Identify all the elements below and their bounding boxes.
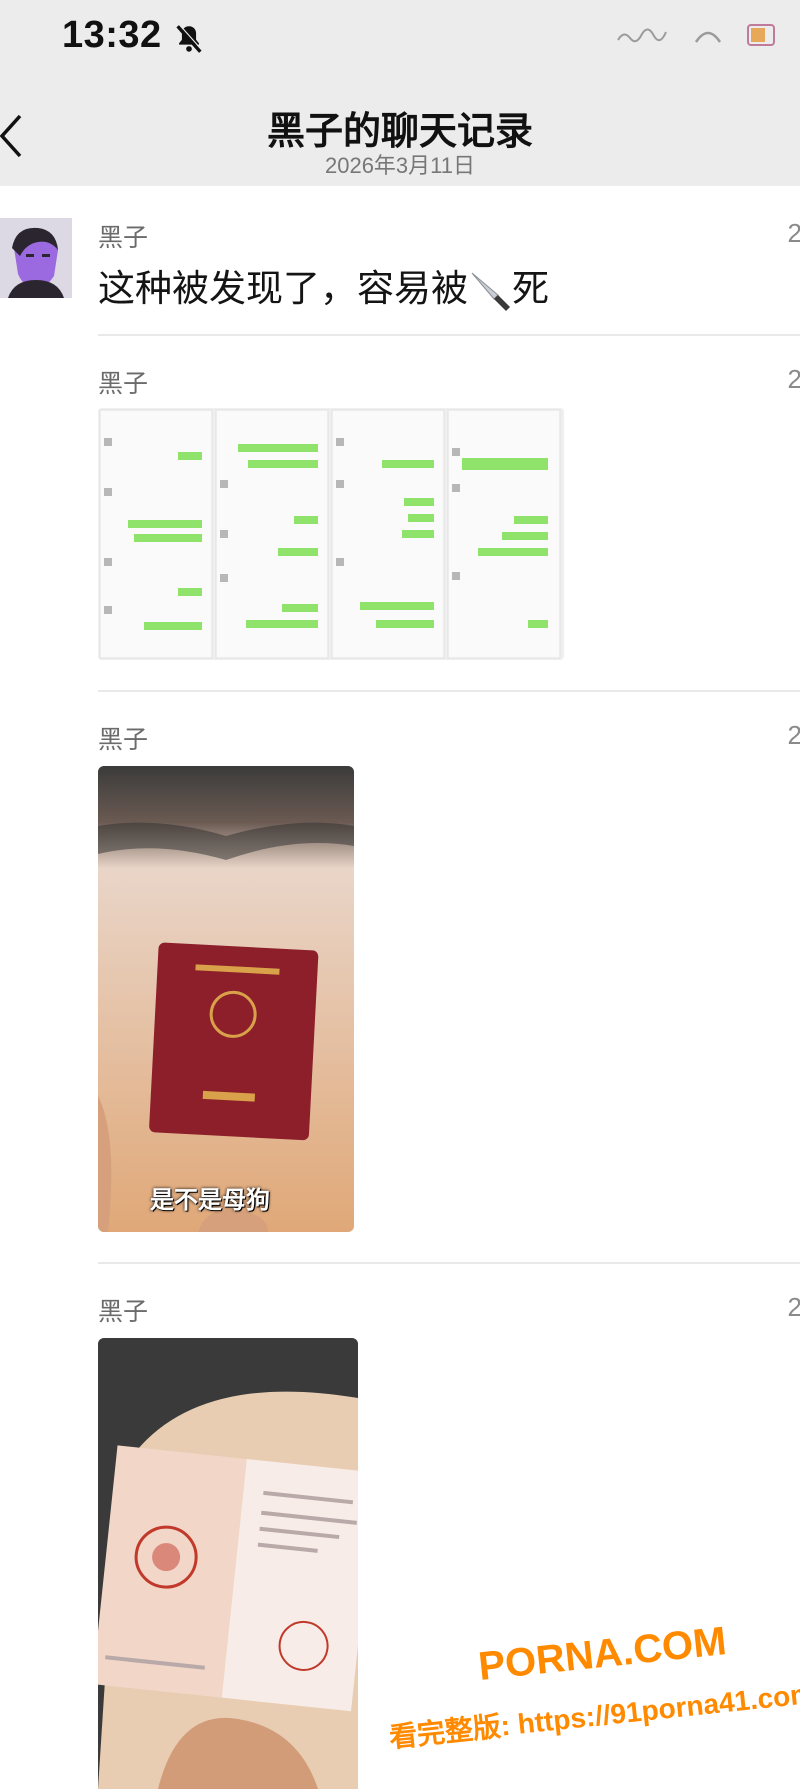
page-title: 黑子的聊天记录 [266,111,533,153]
divider [98,1262,800,1264]
watermark-url: 看完整版: https://91porna41.com [387,1677,800,1754]
bell-muted-icon [176,24,203,53]
divider [98,334,800,336]
wifi-icon [694,31,722,43]
signal-icon [617,28,667,43]
photo-message[interactable] [98,766,354,1232]
status-bar: 13:32 [0,0,800,74]
status-icons [614,22,782,48]
photo-message[interactable] [98,1338,358,1789]
avatar[interactable] [0,218,72,298]
divider [98,690,800,692]
sender-name: 黑子 [98,726,149,754]
message-timestamp: 2 [787,1292,800,1322]
message-timestamp: 2 [787,364,800,394]
photo-caption: 是不是母狗 [150,1187,270,1214]
message-text: 这种被发现了，容易被 死 [98,258,549,313]
sender-name: 黑子 [98,370,149,398]
status-time: 13:32 [62,14,162,56]
knife-icon [471,272,510,312]
sender-name: 黑子 [98,1298,149,1326]
chat-screenshot-collage[interactable] [98,408,564,660]
message-timestamp: 2 [787,720,800,750]
message-timestamp: 2 [787,218,800,248]
sender-name: 黑子 [98,224,149,252]
battery-icon [747,24,775,46]
watermark-brand: PORNA.COM [476,1619,729,1689]
page-subtitle: 2026年3月11日 [324,153,475,178]
message-text-part: 死 [512,268,549,309]
message-text-part: 这种被发现了，容易被 [98,268,468,309]
